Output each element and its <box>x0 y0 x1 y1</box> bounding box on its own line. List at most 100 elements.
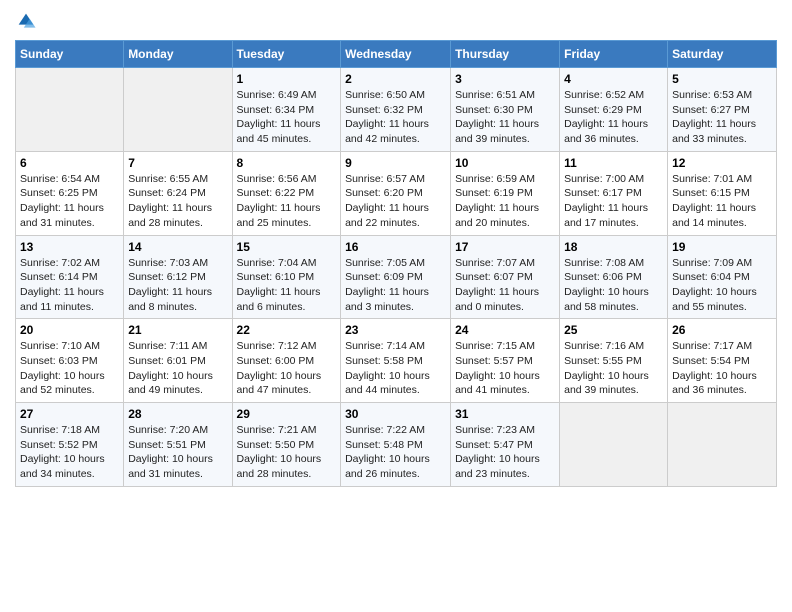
calendar-cell: 14 Sunrise: 7:03 AMSunset: 6:12 PMDayligh… <box>124 235 232 319</box>
calendar-cell: 4 Sunrise: 6:52 AMSunset: 6:29 PMDaylight… <box>560 68 668 152</box>
day-info: Sunrise: 6:50 AMSunset: 6:32 PMDaylight:… <box>345 88 446 147</box>
day-number: 29 <box>237 407 337 421</box>
calendar-cell: 22 Sunrise: 7:12 AMSunset: 6:00 PMDayligh… <box>232 319 341 403</box>
day-info: Sunrise: 6:54 AMSunset: 6:25 PMDaylight:… <box>20 172 119 231</box>
day-number: 16 <box>345 240 446 254</box>
day-number: 7 <box>128 156 227 170</box>
calendar-week-row: 6 Sunrise: 6:54 AMSunset: 6:25 PMDaylight… <box>16 151 777 235</box>
day-number: 30 <box>345 407 446 421</box>
calendar-cell: 18 Sunrise: 7:08 AMSunset: 6:06 PMDayligh… <box>560 235 668 319</box>
calendar-cell <box>16 68 124 152</box>
day-info: Sunrise: 7:16 AMSunset: 5:55 PMDaylight:… <box>564 339 663 398</box>
day-number: 25 <box>564 323 663 337</box>
weekday-header: Friday <box>560 41 668 68</box>
calendar-cell <box>124 68 232 152</box>
day-number: 22 <box>237 323 337 337</box>
logo <box>15 10 41 32</box>
calendar-cell <box>560 403 668 487</box>
calendar-cell: 30 Sunrise: 7:22 AMSunset: 5:48 PMDayligh… <box>341 403 451 487</box>
calendar-cell: 31 Sunrise: 7:23 AMSunset: 5:47 PMDayligh… <box>451 403 560 487</box>
calendar-cell: 21 Sunrise: 7:11 AMSunset: 6:01 PMDayligh… <box>124 319 232 403</box>
day-info: Sunrise: 7:23 AMSunset: 5:47 PMDaylight:… <box>455 423 555 482</box>
day-info: Sunrise: 7:01 AMSunset: 6:15 PMDaylight:… <box>672 172 772 231</box>
day-info: Sunrise: 7:20 AMSunset: 5:51 PMDaylight:… <box>128 423 227 482</box>
calendar-cell: 23 Sunrise: 7:14 AMSunset: 5:58 PMDayligh… <box>341 319 451 403</box>
calendar-cell: 8Sunrise: 6:56 AMSunset: 6:22 PMDaylight… <box>232 151 341 235</box>
calendar-week-row: 1 Sunrise: 6:49 AMSunset: 6:34 PMDaylight… <box>16 68 777 152</box>
day-number: 5 <box>672 72 772 86</box>
day-number: 1 <box>237 72 337 86</box>
day-info: Sunrise: 7:21 AMSunset: 5:50 PMDaylight:… <box>237 423 337 482</box>
day-number: 23 <box>345 323 446 337</box>
day-number: 31 <box>455 407 555 421</box>
calendar-cell: 6 Sunrise: 6:54 AMSunset: 6:25 PMDaylight… <box>16 151 124 235</box>
day-info: Sunrise: 7:02 AMSunset: 6:14 PMDaylight:… <box>20 256 119 315</box>
calendar-cell: 15Sunrise: 7:04 AMSunset: 6:10 PMDayligh… <box>232 235 341 319</box>
calendar-cell: 17 Sunrise: 7:07 AMSunset: 6:07 PMDayligh… <box>451 235 560 319</box>
day-info: Sunrise: 7:08 AMSunset: 6:06 PMDaylight:… <box>564 256 663 315</box>
day-info: Sunrise: 7:14 AMSunset: 5:58 PMDaylight:… <box>345 339 446 398</box>
day-number: 21 <box>128 323 227 337</box>
day-number: 28 <box>128 407 227 421</box>
weekday-header: Saturday <box>668 41 777 68</box>
calendar-cell: 25 Sunrise: 7:16 AMSunset: 5:55 PMDayligh… <box>560 319 668 403</box>
day-info: Sunrise: 6:52 AMSunset: 6:29 PMDaylight:… <box>564 88 663 147</box>
calendar-cell: 16 Sunrise: 7:05 AMSunset: 6:09 PMDayligh… <box>341 235 451 319</box>
day-info: Sunrise: 7:07 AMSunset: 6:07 PMDaylight:… <box>455 256 555 315</box>
calendar-cell: 19 Sunrise: 7:09 AMSunset: 6:04 PMDayligh… <box>668 235 777 319</box>
calendar-cell: 7Sunrise: 6:55 AMSunset: 6:24 PMDaylight… <box>124 151 232 235</box>
calendar-cell: 20 Sunrise: 7:10 AMSunset: 6:03 PMDayligh… <box>16 319 124 403</box>
day-info: Sunrise: 6:59 AMSunset: 6:19 PMDaylight:… <box>455 172 555 231</box>
day-info: Sunrise: 7:12 AMSunset: 6:00 PMDaylight:… <box>237 339 337 398</box>
day-number: 6 <box>20 156 119 170</box>
calendar-week-row: 13Sunrise: 7:02 AMSunset: 6:14 PMDayligh… <box>16 235 777 319</box>
day-number: 10 <box>455 156 555 170</box>
day-info: Sunrise: 7:09 AMSunset: 6:04 PMDaylight:… <box>672 256 772 315</box>
calendar-header: SundayMondayTuesdayWednesdayThursdayFrid… <box>16 41 777 68</box>
calendar-cell: 10 Sunrise: 6:59 AMSunset: 6:19 PMDayligh… <box>451 151 560 235</box>
day-info: Sunrise: 7:22 AMSunset: 5:48 PMDaylight:… <box>345 423 446 482</box>
day-info: Sunrise: 7:15 AMSunset: 5:57 PMDaylight:… <box>455 339 555 398</box>
day-number: 19 <box>672 240 772 254</box>
day-number: 17 <box>455 240 555 254</box>
day-info: Sunrise: 6:49 AMSunset: 6:34 PMDaylight:… <box>237 88 337 147</box>
calendar-body: 1 Sunrise: 6:49 AMSunset: 6:34 PMDaylight… <box>16 68 777 487</box>
day-number: 14 <box>128 240 227 254</box>
day-number: 18 <box>564 240 663 254</box>
calendar-cell: 1 Sunrise: 6:49 AMSunset: 6:34 PMDaylight… <box>232 68 341 152</box>
day-info: Sunrise: 7:10 AMSunset: 6:03 PMDaylight:… <box>20 339 119 398</box>
day-info: Sunrise: 7:18 AMSunset: 5:52 PMDaylight:… <box>20 423 119 482</box>
day-number: 9 <box>345 156 446 170</box>
calendar-cell: 5 Sunrise: 6:53 AMSunset: 6:27 PMDaylight… <box>668 68 777 152</box>
logo-icon <box>15 10 37 32</box>
day-info: Sunrise: 7:04 AMSunset: 6:10 PMDaylight:… <box>237 256 337 315</box>
day-info: Sunrise: 7:17 AMSunset: 5:54 PMDaylight:… <box>672 339 772 398</box>
day-info: Sunrise: 7:00 AMSunset: 6:17 PMDaylight:… <box>564 172 663 231</box>
day-info: Sunrise: 6:57 AMSunset: 6:20 PMDaylight:… <box>345 172 446 231</box>
weekday-header: Monday <box>124 41 232 68</box>
calendar-cell: 9 Sunrise: 6:57 AMSunset: 6:20 PMDaylight… <box>341 151 451 235</box>
day-info: Sunrise: 6:53 AMSunset: 6:27 PMDaylight:… <box>672 88 772 147</box>
calendar-cell: 26 Sunrise: 7:17 AMSunset: 5:54 PMDayligh… <box>668 319 777 403</box>
weekday-header: Wednesday <box>341 41 451 68</box>
day-number: 4 <box>564 72 663 86</box>
day-number: 24 <box>455 323 555 337</box>
calendar-cell: 29 Sunrise: 7:21 AMSunset: 5:50 PMDayligh… <box>232 403 341 487</box>
day-info: Sunrise: 7:11 AMSunset: 6:01 PMDaylight:… <box>128 339 227 398</box>
weekday-header: Tuesday <box>232 41 341 68</box>
day-info: Sunrise: 7:03 AMSunset: 6:12 PMDaylight:… <box>128 256 227 315</box>
day-info: Sunrise: 7:05 AMSunset: 6:09 PMDaylight:… <box>345 256 446 315</box>
calendar-cell: 24 Sunrise: 7:15 AMSunset: 5:57 PMDayligh… <box>451 319 560 403</box>
calendar-cell: 12Sunrise: 7:01 AMSunset: 6:15 PMDayligh… <box>668 151 777 235</box>
calendar-cell: 13Sunrise: 7:02 AMSunset: 6:14 PMDayligh… <box>16 235 124 319</box>
day-number: 3 <box>455 72 555 86</box>
day-number: 26 <box>672 323 772 337</box>
day-number: 27 <box>20 407 119 421</box>
calendar-cell: 2 Sunrise: 6:50 AMSunset: 6:32 PMDaylight… <box>341 68 451 152</box>
day-number: 20 <box>20 323 119 337</box>
page-header <box>15 10 777 32</box>
calendar-week-row: 20 Sunrise: 7:10 AMSunset: 6:03 PMDayligh… <box>16 319 777 403</box>
weekday-header: Thursday <box>451 41 560 68</box>
calendar-cell <box>668 403 777 487</box>
day-number: 2 <box>345 72 446 86</box>
